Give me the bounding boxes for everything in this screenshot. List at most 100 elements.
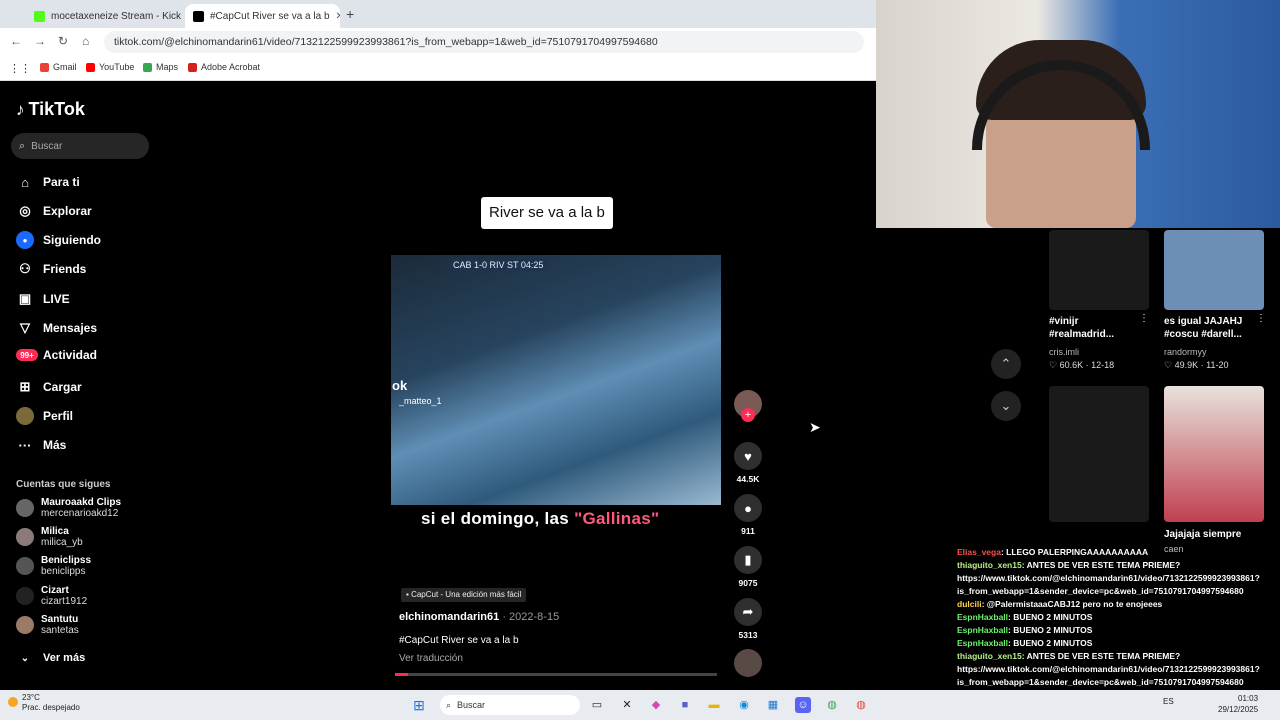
mouse-cursor: ➤ bbox=[809, 419, 821, 435]
bookmark-gmail[interactable]: Gmail bbox=[40, 62, 77, 72]
related-title[interactable]: Jajajaja siempre bbox=[1164, 528, 1241, 541]
teams-icon[interactable]: ■ bbox=[677, 697, 693, 713]
chat-message: Elias_vega: LLEGO PALERPINGAAAAAAAAAA bbox=[957, 546, 1280, 559]
chat-text: https://www.tiktok.com/@elchinomandarin6… bbox=[957, 573, 1260, 583]
share-button[interactable]: ➦ 5313 bbox=[734, 598, 762, 640]
chat-message: thiaguito_xen15: ANTES DE VER ESTE TEMA … bbox=[957, 559, 1280, 572]
forward-icon[interactable]: → bbox=[34, 34, 46, 48]
video-thumbnail[interactable] bbox=[1049, 230, 1149, 310]
back-icon[interactable]: ← bbox=[10, 34, 22, 48]
taskbar: 23°C Prac. despejado ⊞ ⌕ Buscar ▭ ✕ ◆ ■ ▬… bbox=[0, 690, 1280, 720]
capcut-link[interactable]: ▪ CapCut - Una edición más fácil bbox=[401, 588, 527, 602]
like-button[interactable]: ♥ 44.5K bbox=[734, 442, 762, 484]
chat-username: EspnHaxball bbox=[957, 612, 1009, 622]
copilot-icon[interactable]: ◆ bbox=[648, 697, 664, 713]
clock[interactable]: 01:03 29/12/2025 bbox=[1218, 693, 1258, 715]
tiktok-logo[interactable]: ♪ TikTok bbox=[16, 99, 85, 120]
video-author[interactable]: elchinomandarin61 · 2022-8-15 bbox=[399, 611, 559, 623]
chrome-alt-icon[interactable]: ◍ bbox=[853, 697, 869, 713]
save-button[interactable]: ▮ 9075 bbox=[734, 546, 762, 588]
nav-para-ti[interactable]: ⌂ Para ti bbox=[16, 173, 80, 191]
tab-tiktok[interactable]: #CapCut River se va a la b ✕ bbox=[185, 4, 340, 28]
more-options-icon[interactable]: ⋮ bbox=[1256, 313, 1266, 324]
progress-fill bbox=[395, 673, 408, 676]
following-account[interactable]: Mauroaakd Clips mercenarioakd12 bbox=[16, 497, 121, 519]
nav-mas[interactable]: ··· Más bbox=[16, 436, 67, 454]
friends-icon: ⚇ bbox=[19, 261, 31, 276]
edge-icon[interactable]: ◉ bbox=[736, 697, 752, 713]
apps-icon[interactable]: ⋮⋮ bbox=[9, 62, 31, 75]
video-thumbnail[interactable] bbox=[1049, 386, 1149, 522]
nav-explorar[interactable]: ◎ Explorar bbox=[16, 202, 91, 220]
scroll-up-button[interactable]: ⌃ bbox=[991, 349, 1021, 379]
live-icon: ▣ bbox=[18, 291, 32, 306]
chat-message: EspnHaxball: BUENO 2 MINUTOS bbox=[957, 611, 1280, 624]
watermark-user: _matteo_1 bbox=[399, 396, 442, 406]
comment-button[interactable]: ● 911 bbox=[734, 494, 762, 536]
nav-mensajes[interactable]: ▽ Mensajes bbox=[16, 319, 97, 337]
message-icon: ▽ bbox=[20, 320, 30, 335]
nav-cargar[interactable]: ⊞ Cargar bbox=[16, 378, 82, 396]
more-options-icon[interactable]: ⋮ bbox=[1139, 313, 1149, 324]
scroll-down-button[interactable]: ⌄ bbox=[991, 391, 1021, 421]
nav-siguiendo[interactable]: ● Siguiendo bbox=[16, 231, 101, 249]
tab-title: mocetaxeneize Stream - Kick D bbox=[51, 10, 181, 22]
language-indicator[interactable]: ES bbox=[1163, 697, 1174, 706]
close-tab-icon[interactable]: ✕ bbox=[330, 11, 340, 22]
weather-widget[interactable]: 23°C Prac. despejado bbox=[22, 693, 80, 713]
following-account[interactable]: Cizart cizart1912 bbox=[16, 585, 87, 607]
home-icon[interactable]: ⌂ bbox=[82, 34, 89, 48]
related-title[interactable]: #vinijr #realmadrid... bbox=[1049, 315, 1139, 341]
bookmark-maps[interactable]: Maps bbox=[143, 62, 178, 72]
bookmark-acrobat[interactable]: Adobe Acrobat bbox=[188, 62, 260, 72]
following-account[interactable]: Santutu santetas bbox=[16, 614, 79, 636]
search-input[interactable]: ⌕ Buscar bbox=[11, 133, 149, 159]
bookmark-icon: ▮ bbox=[734, 546, 762, 574]
see-more-button[interactable]: ⌄ Ver más bbox=[16, 649, 85, 667]
following-account[interactable]: Milica milica_yb bbox=[16, 526, 83, 548]
video-progress-bar[interactable] bbox=[395, 673, 717, 676]
nav-live[interactable]: ▣ LIVE bbox=[16, 290, 70, 308]
chat-message: https://www.tiktok.com/@elchinomandarin6… bbox=[957, 572, 1280, 585]
avatar bbox=[16, 616, 34, 634]
avatar bbox=[16, 587, 34, 605]
music-disc[interactable] bbox=[734, 649, 762, 677]
reload-icon[interactable]: ↻ bbox=[58, 34, 68, 48]
chat-username: Elias_vega bbox=[957, 547, 1001, 557]
tab-strip: mocetaxeneize Stream - Kick D ✕ #CapCut … bbox=[0, 0, 876, 28]
nav-actividad[interactable]: 99+ Actividad bbox=[16, 348, 97, 362]
related-title[interactable]: es igual JAJAHJ #coscu #darell... bbox=[1164, 315, 1254, 341]
file-explorer-icon[interactable]: ▬ bbox=[706, 697, 722, 713]
related-meta: ♡ 60.6K · 12-18 bbox=[1049, 360, 1115, 370]
video-thumbnail[interactable] bbox=[1164, 386, 1264, 522]
tiktok-icon bbox=[193, 10, 204, 22]
new-tab-button[interactable]: + bbox=[346, 6, 354, 22]
chat-text: : @PalermistaaaCABJ12 pero no te enojeee… bbox=[981, 599, 1163, 609]
bookmark-youtube[interactable]: YouTube bbox=[86, 62, 134, 72]
following-account[interactable]: Beniclipss beniclipps bbox=[16, 555, 91, 577]
taskbar-search[interactable]: ⌕ Buscar bbox=[440, 695, 580, 715]
related-user[interactable]: randormyy bbox=[1164, 347, 1207, 357]
video-player[interactable]: CAB 1-0 RIV ST 04:25 ok _matteo_1 bbox=[391, 255, 721, 505]
gmail-icon bbox=[40, 62, 49, 72]
widgets-icon[interactable]: ✕ bbox=[619, 697, 635, 713]
profile-avatar bbox=[16, 407, 34, 425]
nav-perfil[interactable]: Perfil bbox=[16, 407, 73, 425]
discord-icon[interactable]: ☺ bbox=[795, 697, 811, 713]
creator-avatar[interactable]: + bbox=[734, 390, 762, 422]
address-bar[interactable]: tiktok.com/@elchinomandarin61/video/7132… bbox=[104, 31, 864, 53]
store-icon[interactable]: ▦ bbox=[765, 697, 781, 713]
chat-text: : ANTES DE VER ESTE TEMA PRIEME? bbox=[1021, 560, 1181, 570]
task-view-icon[interactable]: ▭ bbox=[589, 697, 605, 713]
nav-friends[interactable]: ⚇ Friends bbox=[16, 260, 86, 278]
address-row: ← → ↻ ⌂ tiktok.com/@elchinomandarin61/vi… bbox=[0, 28, 876, 56]
maps-icon bbox=[143, 62, 152, 72]
tab-kick[interactable]: mocetaxeneize Stream - Kick D ✕ bbox=[26, 4, 181, 28]
windows-start-icon[interactable]: ⊞ bbox=[411, 697, 427, 713]
follow-plus-icon[interactable]: + bbox=[741, 408, 755, 422]
related-user[interactable]: cris.imli bbox=[1049, 347, 1079, 357]
translate-link[interactable]: Ver traducción bbox=[399, 653, 463, 664]
video-thumbnail[interactable] bbox=[1164, 230, 1264, 310]
chrome-icon[interactable]: ◍ bbox=[824, 697, 840, 713]
avatar bbox=[16, 557, 34, 575]
